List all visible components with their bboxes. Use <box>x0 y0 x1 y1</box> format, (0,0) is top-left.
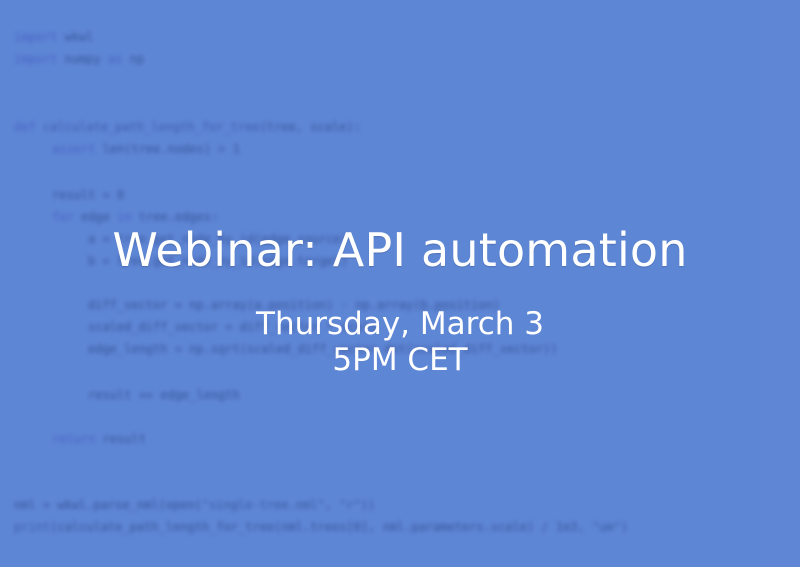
code-line: def calculate_path_length_for_tree(tree,… <box>14 120 361 134</box>
code-line: nml = wkwl.parse_nml(open("single-tree.n… <box>14 498 376 512</box>
code-line: result = 0 <box>52 188 125 202</box>
code-line: import wkwl <box>14 30 94 44</box>
code-line: import numpy as np <box>14 52 145 66</box>
webinar-date: Thursday, March 3 <box>256 306 544 342</box>
code-line: result += edge_length <box>88 388 240 402</box>
webinar-title: Webinar: API automation <box>112 223 688 277</box>
color-overlay <box>0 0 800 567</box>
blurred-code-background: import wkwl import numpy as np def calcu… <box>0 0 800 567</box>
code-line: print(calculate_path_length_for_tree(nml… <box>14 520 629 534</box>
code-line: assert len(tree.nodes) > 1 <box>52 142 240 156</box>
webinar-time: 5PM CET <box>332 342 468 378</box>
code-line: return result <box>52 432 146 446</box>
